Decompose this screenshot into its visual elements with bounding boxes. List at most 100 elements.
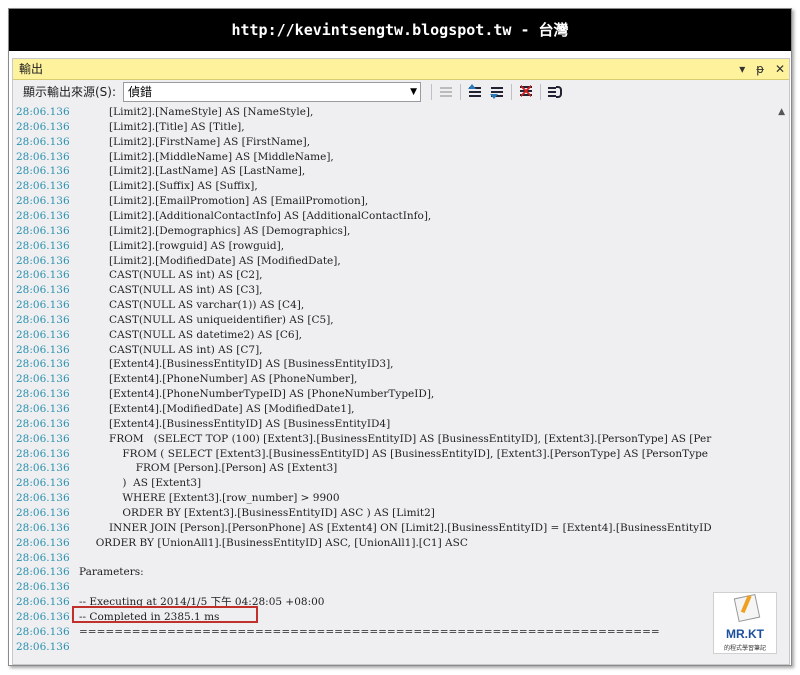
find-message-icon[interactable] — [438, 84, 454, 100]
go-to-next-message-icon[interactable] — [489, 84, 505, 100]
line-timestamp: 28:06.136 — [16, 284, 70, 297]
line-text: [Limit2].[Suffix] AS [Suffix], — [79, 180, 258, 193]
toggle-word-wrap-icon[interactable] — [547, 84, 563, 100]
line-text: [Extent4].[BusinessEntityID] AS [Busines… — [79, 358, 394, 371]
line-timestamp: 28:06.136 — [16, 506, 70, 519]
line-text: CAST(NULL AS uniqueidentifier) AS [C5], — [79, 313, 334, 326]
line-timestamp: 28:06.136 — [16, 313, 70, 326]
line-timestamp: 28:06.136 — [16, 536, 70, 549]
output-line: 28:06.136 [Limit2].[LastName] AS [LastNa… — [13, 164, 789, 179]
chevron-down-icon[interactable]: ▼ — [410, 83, 417, 101]
output-line: 28:06.136 [Limit2].[AdditionalContactInf… — [13, 209, 789, 224]
line-timestamp: 28:06.136 — [16, 180, 70, 193]
line-timestamp: 28:06.136 — [16, 343, 70, 356]
line-text: FROM (SELECT TOP (100) [Extent3].[Busine… — [79, 432, 712, 445]
clear-all-icon[interactable] — [518, 84, 534, 100]
output-line: 28:06.136 [Extent4].[BusinessEntityID] A… — [13, 357, 789, 372]
output-text-area[interactable]: ▲ 28:06.136 [Limit2].[NameStyle] AS [Nam… — [13, 105, 789, 664]
line-timestamp: 28:06.136 — [16, 195, 70, 208]
line-timestamp: 28:06.136 — [16, 581, 70, 594]
output-line: 28:06.136 INNER JOIN [Person].[PersonPho… — [13, 521, 789, 536]
output-line: 28:06.136 ORDER BY [Extent3].[BusinessEn… — [13, 506, 789, 521]
output-line: 28:06.136 CAST(NULL AS int) AS [C2], — [13, 268, 789, 283]
line-text: [Extent4].[PhoneNumberTypeID] AS [PhoneN… — [79, 388, 435, 401]
watermark-brand: MR.KT — [726, 627, 764, 641]
line-text: CAST(NULL AS int) AS [C3], — [79, 284, 263, 297]
output-line: 28:06.136 [Limit2].[rowguid] AS [rowguid… — [13, 239, 789, 254]
go-to-previous-message-icon[interactable] — [467, 84, 483, 100]
output-line: 28:06.136 ) AS [Extent3] — [13, 476, 789, 491]
line-timestamp: 28:06.136 — [16, 447, 70, 460]
line-timestamp: 28:06.136 — [16, 165, 70, 178]
line-timestamp: 28:06.136 — [16, 388, 70, 401]
line-timestamp: 28:06.136 — [16, 373, 70, 386]
output-line: 28:06.136 [Limit2].[EmailPromotion] AS [… — [13, 194, 789, 209]
line-text: [Limit2].[MiddleName] AS [MiddleName], — [79, 150, 334, 163]
watermark-tagline: 的程式學習筆記 — [723, 645, 766, 652]
line-text: FROM [Person].[Person] AS [Extent3] — [79, 462, 338, 475]
output-line: 28:06.136 CAST(NULL AS datetime2) AS [C6… — [13, 328, 789, 343]
output-line: 28:06.136 [Limit2].[Suffix] AS [Suffix], — [13, 179, 789, 194]
line-timestamp: 28:06.136 — [16, 150, 70, 163]
pen-and-paper-icon — [733, 593, 761, 623]
line-text: CAST(NULL AS int) AS [C2], — [79, 269, 263, 282]
close-icon[interactable]: ✕ — [775, 62, 785, 76]
toolbar-separator — [511, 84, 512, 100]
output-line: 28:06.136 Parameters: — [13, 565, 789, 580]
toolbar-separator — [460, 84, 461, 100]
line-timestamp: 28:06.136 — [16, 328, 70, 341]
toolbar-separator — [431, 84, 432, 100]
output-line: 28:06.136 [Extent4].[BusinessEntityID] A… — [13, 417, 789, 432]
line-text: [Limit2].[ModifiedDate] AS [ModifiedDate… — [79, 254, 341, 267]
completed-time-highlight-box — [72, 606, 258, 623]
output-toolbar: 顯示輸出來源(S): 偵錯 ▼ — [13, 80, 789, 104]
pin-icon[interactable]: ᵽ — [756, 62, 764, 76]
line-text: [Limit2].[NameStyle] AS [NameStyle], — [79, 106, 314, 118]
output-line: 28:06.136 — [13, 580, 789, 595]
line-timestamp: 28:06.136 — [16, 135, 70, 148]
line-text: [Limit2].[AdditionalContactInfo] AS [Add… — [79, 209, 432, 222]
line-text: Parameters: — [79, 566, 144, 579]
line-timestamp: 28:06.136 — [16, 120, 70, 133]
line-timestamp: 28:06.136 — [16, 432, 70, 445]
line-text: INNER JOIN [Person].[PersonPhone] AS [Ex… — [79, 521, 712, 534]
output-line: 28:06.136 [Extent4].[PhoneNumber] AS [Ph… — [13, 372, 789, 387]
line-text: [Limit2].[rowguid] AS [rowguid], — [79, 239, 285, 252]
line-timestamp: 28:06.136 — [16, 403, 70, 415]
line-text: CAST(NULL AS datetime2) AS [C6], — [79, 328, 303, 341]
window-title: 輸出 — [19, 62, 44, 76]
line-text: ) AS [Extent3] — [79, 477, 202, 490]
output-line: 28:06.136 [Limit2].[Title] AS [Title], — [13, 120, 789, 135]
output-source-value: 偵錯 — [128, 85, 153, 99]
line-text: [Limit2].[LastName] AS [LastName], — [79, 165, 306, 178]
line-text: CAST(NULL AS int) AS [C7], — [79, 343, 263, 356]
line-text: ORDER BY [UnionAll1].[BusinessEntityID] … — [79, 536, 468, 549]
line-timestamp: 28:06.136 — [16, 462, 70, 475]
output-line: 28:06.136 CAST(NULL AS varchar(1)) AS [C… — [13, 298, 789, 313]
toolbar-separator — [540, 84, 541, 100]
output-line: 28:06.136 ORDER BY [UnionAll1].[Business… — [13, 536, 789, 551]
line-timestamp: 28:06.136 — [16, 566, 70, 579]
output-line: 28:06.136 FROM (SELECT TOP (100) [Extent… — [13, 432, 789, 447]
line-text: [Limit2].[Demographics] AS [Demographics… — [79, 224, 351, 237]
output-line: 28:06.136 [Limit2].[FirstName] AS [First… — [13, 135, 789, 150]
output-line: 28:06.136 FROM ( SELECT [Extent3].[Busin… — [13, 447, 789, 462]
line-timestamp: 28:06.136 — [16, 106, 70, 118]
output-line: 28:06.136 — [13, 551, 789, 566]
line-text: FROM ( SELECT [Extent3].[BusinessEntityI… — [79, 447, 709, 460]
line-timestamp: 28:06.136 — [16, 224, 70, 237]
window-titlebar: 輸出 ▾ ᵽ ✕ — [13, 59, 789, 80]
screenshot-frame: http://kevintsengtw.blogspot.tw - 台灣 輸出 … — [8, 8, 792, 666]
line-timestamp: 28:06.136 — [16, 209, 70, 222]
output-line: 28:06.136 [Limit2].[Demographics] AS [De… — [13, 224, 789, 239]
output-source-select[interactable]: 偵錯 ▼ — [123, 82, 421, 102]
output-line: 28:06.136 [Limit2].[ModifiedDate] AS [Mo… — [13, 254, 789, 269]
line-timestamp: 28:06.136 — [16, 640, 70, 653]
line-text: [Limit2].[FirstName] AS [FirstName], — [79, 135, 311, 148]
line-timestamp: 28:06.136 — [16, 551, 70, 564]
line-text: ========================================… — [79, 625, 660, 638]
window-menu-dropdown-icon[interactable]: ▾ — [739, 62, 745, 76]
line-timestamp: 28:06.136 — [16, 299, 70, 312]
line-text: [Extent4].[BusinessEntityID] AS [Busines… — [79, 417, 391, 430]
line-text: ORDER BY [Extent3].[BusinessEntityID] AS… — [79, 506, 435, 519]
